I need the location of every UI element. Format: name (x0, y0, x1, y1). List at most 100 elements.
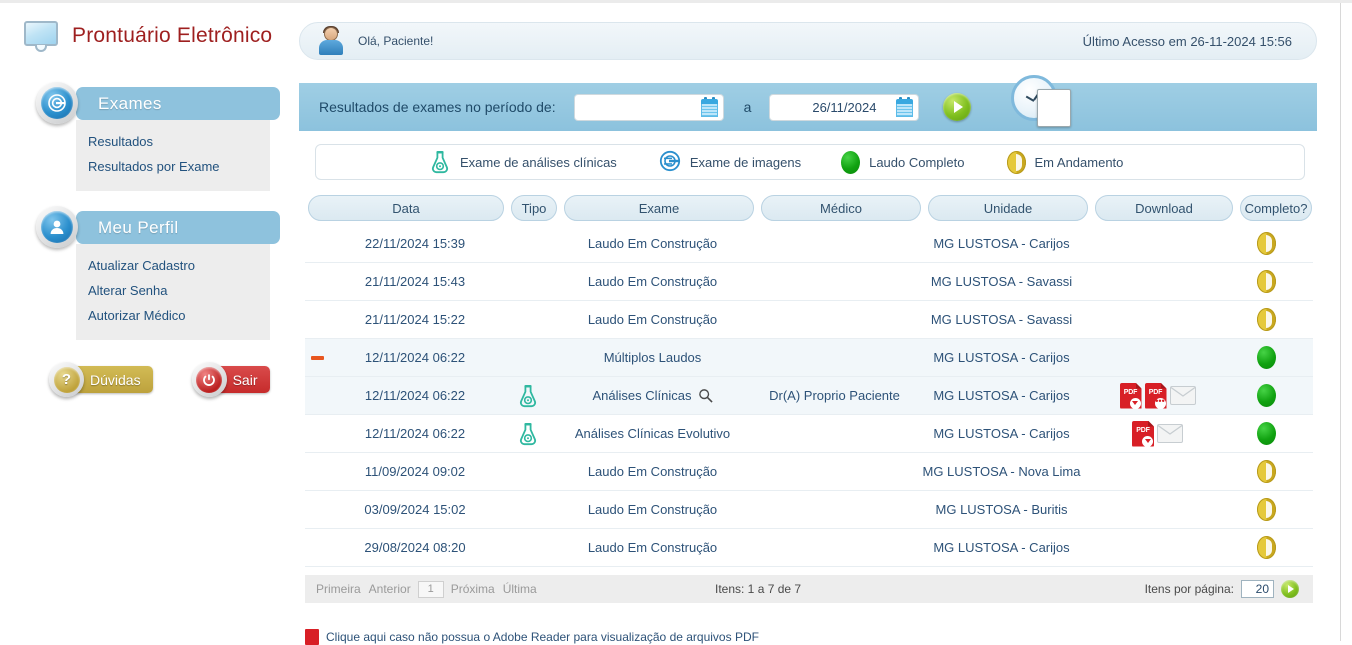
status-badge-complete (1256, 346, 1276, 369)
sidebar-group-header-meu-perfil[interactable]: Meu Perfil (76, 211, 280, 244)
duvidas-button[interactable]: ? Dúvidas (49, 362, 153, 397)
per-page-apply-button[interactable] (1281, 580, 1299, 598)
cell-exame: Análises Clínicas (592, 388, 692, 403)
per-page-input[interactable]: 20 (1241, 580, 1274, 598)
legend-item-exame-imagens: Exame de imagens (659, 150, 801, 175)
scanner-icon (659, 150, 681, 175)
column-header-exame[interactable]: Exame (564, 195, 754, 221)
row-collapse-icon[interactable] (310, 355, 324, 360)
play-icon (954, 101, 964, 113)
pagination-last[interactable]: Última (503, 582, 537, 596)
cell-medico: Dr(A) Proprio Paciente (769, 388, 900, 403)
sidebar-group-meu-perfil: Meu Perfil Atualizar Cadastro Alterar Se… (0, 206, 290, 340)
per-page-label: Itens por página: (1144, 582, 1234, 596)
sidebar-item-alterar-senha[interactable]: Alterar Senha (88, 278, 270, 303)
pdf-download-button[interactable]: PDF (1119, 382, 1142, 409)
cell-download (1085, 263, 1230, 301)
legend-label: Exame de análises clínicas (460, 154, 617, 170)
pdf-comment-button[interactable]: PDF ••• (1144, 382, 1167, 409)
table-row[interactable]: 21/11/2024 15:43 Laudo Em Construção MG LU… (305, 263, 1313, 301)
cell-unidade: MG LUSTOSA - Carijos (933, 236, 1070, 251)
table-row[interactable]: 12/11/2024 06:22 Análises Clínicas Dr(A) P… (305, 377, 1313, 415)
table-row[interactable]: 11/09/2024 09:02 Laudo Em Construção MG LU… (305, 453, 1313, 491)
table-row[interactable]: 29/08/2024 08:20 Laudo Em Construção MG LU… (305, 529, 1313, 567)
status-badge-in-progress (1256, 536, 1276, 559)
sidebar-item-resultados[interactable]: Resultados (88, 129, 270, 154)
table-row[interactable]: 12/11/2024 06:22 Múltiplos Laudos MG LUSTO… (305, 339, 1313, 377)
cell-data: 12/11/2024 06:22 (364, 426, 466, 441)
flask-icon (517, 422, 539, 446)
sair-button[interactable]: Sair (191, 362, 270, 397)
cell-download: PDF (1085, 415, 1230, 453)
cell-data: 29/08/2024 08:20 (364, 540, 466, 555)
email-button[interactable] (1169, 386, 1196, 405)
calendar-icon[interactable] (700, 96, 718, 117)
pagination-first[interactable]: Primeira (316, 582, 361, 596)
pagination-items-info: Itens: 1 a 7 de 7 (715, 582, 802, 596)
half-circle-icon (1006, 150, 1026, 174)
user-icon (36, 206, 78, 248)
column-header-download[interactable]: Download (1095, 195, 1233, 221)
table-row[interactable]: 21/11/2024 15:22 Laudo Em Construção MG LU… (305, 301, 1313, 339)
column-header-completo[interactable]: Completo? (1240, 195, 1312, 221)
calendar-icon[interactable] (896, 96, 914, 117)
table-body: 22/11/2024 15:39 Laudo Em Construção MG LU… (305, 225, 1313, 567)
sidebar-group-header-exames[interactable]: Exames (76, 87, 280, 120)
cell-exame: Laudo Em Construção (587, 274, 718, 289)
cell-download: PDF PDF ••• (1085, 377, 1230, 415)
filter-bar: Resultados de exames no período de: a 26… (299, 75, 1317, 131)
sair-button-label: Sair (232, 371, 258, 388)
date-to-input[interactable]: 26/11/2024 (769, 93, 920, 121)
cell-completo (1230, 453, 1302, 491)
cell-unidade: MG LUSTOSA - Carijos (933, 350, 1070, 365)
cell-data: 22/11/2024 15:39 (364, 236, 466, 251)
legend-label: Exame de imagens (689, 154, 802, 170)
column-header-unidade[interactable]: Unidade (928, 195, 1088, 221)
cell-completo (1230, 415, 1302, 453)
sidebar-item-atualizar-cadastro[interactable]: Atualizar Cadastro (88, 253, 270, 278)
brand-title: Prontuário Eletrônico (72, 24, 273, 47)
search-submit-button[interactable] (943, 93, 972, 121)
cell-unidade: MG LUSTOSA - Carijos (933, 540, 1070, 555)
email-button[interactable] (1157, 424, 1183, 443)
table-row[interactable]: 12/11/2024 06:22 Análises Clínicas Evolut… (305, 415, 1313, 453)
cell-completo (1230, 377, 1302, 415)
status-badge-in-progress (1256, 308, 1276, 331)
pagination-next[interactable]: Próxima (451, 582, 495, 596)
cell-download (1085, 491, 1230, 529)
column-header-tipo[interactable]: Tipo (511, 195, 557, 221)
table-row[interactable]: 22/11/2024 15:39 Laudo Em Construção MG LU… (305, 225, 1313, 263)
cell-exame: Laudo Em Construção (587, 540, 718, 555)
column-header-data[interactable]: Data (308, 195, 504, 221)
sidebar-item-resultados-por-exame[interactable]: Resultados por Exame (88, 154, 270, 179)
column-label: Download (1135, 200, 1193, 216)
search-icon[interactable] (698, 388, 713, 403)
adobe-reader-note[interactable]: Clique aqui caso não possua o Adobe Read… (305, 629, 759, 645)
cell-completo (1230, 339, 1302, 377)
cell-data: 11/09/2024 09:02 (364, 464, 466, 479)
pdf-icon (305, 629, 319, 645)
cell-unidade: MG LUSTOSA - Savassi (930, 274, 1073, 289)
cell-unidade: MG LUSTOSA - Buritis (935, 502, 1068, 517)
sidebar-action-buttons: ? Dúvidas Sair (49, 362, 270, 397)
column-header-medico[interactable]: Médico (761, 195, 921, 221)
sidebar-item-autorizar-medico[interactable]: Autorizar Médico (88, 303, 270, 328)
cell-download (1085, 301, 1230, 339)
cell-unidade: MG LUSTOSA - Carijos (933, 426, 1070, 441)
date-from-input[interactable] (573, 93, 724, 121)
cell-data: 03/09/2024 15:02 (364, 502, 466, 517)
legend-label: Laudo Completo (869, 154, 965, 170)
date-range-separator: a (743, 99, 752, 115)
download-badge-icon (1129, 397, 1141, 409)
pagination-previous[interactable]: Anterior (369, 582, 411, 596)
pagination-page-input[interactable]: 1 (417, 580, 444, 598)
date-to-value: 26/11/2024 (812, 99, 877, 115)
pdf-download-button[interactable]: PDF (1132, 420, 1154, 447)
flask-icon (517, 384, 539, 408)
cell-completo (1230, 301, 1302, 339)
cell-data: 21/11/2024 15:22 (364, 312, 466, 327)
cell-download (1085, 225, 1230, 263)
table-row[interactable]: 03/09/2024 15:02 Laudo Em Construção MG LU… (305, 491, 1313, 529)
cell-completo (1230, 491, 1302, 529)
play-icon (1288, 585, 1294, 593)
